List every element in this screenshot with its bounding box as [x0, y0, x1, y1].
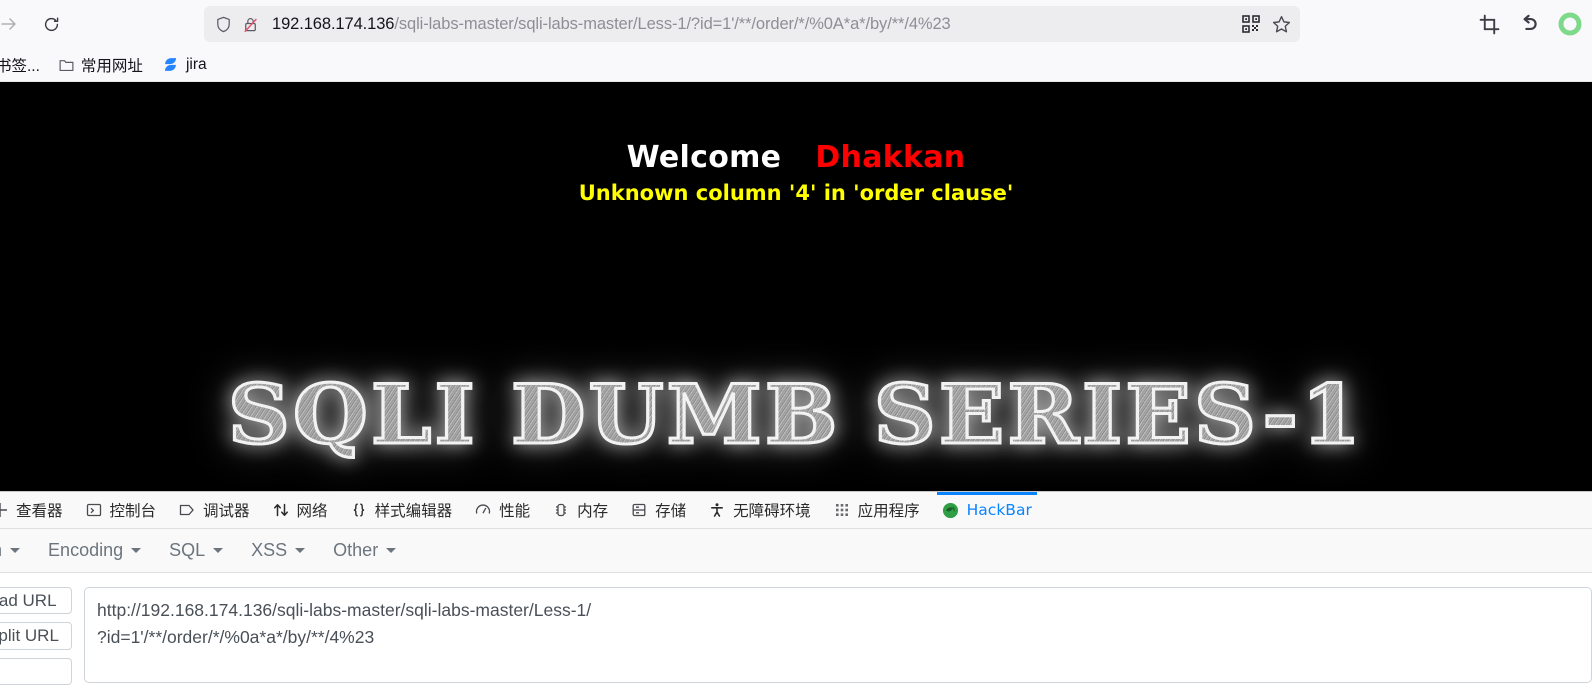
- devtools-tab-accessibility[interactable]: 无障碍环境: [697, 492, 822, 528]
- hackbar-icon: [942, 501, 960, 519]
- chevron-down-icon: [386, 548, 397, 553]
- devtools-tab-label-10: HackBar: [966, 501, 1032, 519]
- hackbar-menu-sql[interactable]: SQL: [155, 540, 237, 561]
- bookmarks-bar: 书签... 常用网址 jira: [0, 48, 1592, 82]
- memory-icon: [552, 501, 570, 519]
- hackbar-url-input[interactable]: [84, 587, 1592, 683]
- welcome-heading: Welcome Dhakkan: [0, 82, 1592, 175]
- hackbar-menu-encoding[interactable]: Encoding: [34, 540, 155, 561]
- devtools-tab-label-3: 网络: [296, 502, 328, 520]
- devtools-tab-label-0: 查看器: [16, 502, 63, 520]
- hackbar-menu-label-2: SQL: [169, 540, 206, 560]
- sqli-banner-text: SQLI DUMB SERIES-1: [226, 367, 1365, 465]
- accessibility-icon: [708, 501, 726, 519]
- devtools-tab-performance[interactable]: 性能: [463, 492, 541, 528]
- address-bar-actions: [1241, 14, 1294, 35]
- console-icon: [85, 501, 103, 519]
- green-circle-icon[interactable]: [1558, 12, 1582, 36]
- devtools-tab-hackbar[interactable]: HackBar: [931, 492, 1043, 528]
- jira-icon: [164, 58, 176, 71]
- reload-icon: [44, 17, 58, 31]
- shield-icon[interactable]: [214, 15, 233, 34]
- forward-button[interactable]: [0, 7, 26, 41]
- devtools-tab-memory[interactable]: 内存: [541, 492, 619, 528]
- devtools-tab-label-7: 存储: [655, 502, 687, 520]
- browser-toolbar-actions: [1479, 12, 1582, 36]
- application-icon: [833, 501, 851, 519]
- bookmark-label-0: 书签...: [0, 57, 40, 75]
- style-editor-icon: [350, 501, 368, 519]
- devtools-panel: 查看器 控制台 调试器 网络 样式编辑器 性能 内存 存储 无障碍环境 应用程序…: [0, 491, 1592, 685]
- devtools-tab-label-6: 内存: [577, 502, 609, 520]
- storage-icon: [630, 501, 648, 519]
- hackbar-menu-bar: yption Encoding SQL XSS Other: [0, 529, 1592, 573]
- devtools-tab-console[interactable]: 控制台: [74, 492, 168, 528]
- performance-icon: [474, 501, 492, 519]
- hackbar-menu-xss[interactable]: XSS: [237, 540, 319, 561]
- split-url-button[interactable]: Split URL: [0, 622, 72, 650]
- bookmark-label-1: 常用网址: [80, 57, 143, 75]
- devtools-tab-storage[interactable]: 存储: [619, 492, 697, 528]
- devtools-tab-debugger[interactable]: 调试器: [167, 492, 261, 528]
- devtools-tab-label-1: 控制台: [109, 502, 157, 520]
- star-icon[interactable]: [1271, 14, 1292, 35]
- load-url-button[interactable]: oad URL: [0, 587, 72, 615]
- url-path: /sqli-labs-master/sqli-labs-master/Less-…: [394, 14, 951, 33]
- debugger-icon: [178, 501, 196, 519]
- chevron-down-icon: [131, 548, 142, 553]
- hackbar-menu-encryption[interactable]: yption: [0, 540, 34, 561]
- hackbar-menu-label-3: XSS: [251, 540, 288, 560]
- crop-icon[interactable]: [1479, 14, 1500, 35]
- qr-code-icon[interactable]: [1241, 14, 1261, 34]
- hackbar-body: oad URL Split URL: [0, 573, 1592, 685]
- bookmark-label-2: jira: [185, 55, 207, 73]
- address-bar[interactable]: 192.168.174.136/sqli-labs-master/sqli-la…: [204, 6, 1300, 42]
- devtools-tab-label-5: 性能: [499, 502, 531, 520]
- hackbar-menu-label-0: yption: [0, 540, 2, 561]
- chevron-down-icon: [295, 548, 306, 553]
- welcome-username: Dhakkan: [815, 140, 966, 175]
- sql-error-message: Unknown column '4' in 'order clause': [578, 181, 1014, 205]
- hackbar-menu-label-4: Other: [333, 540, 379, 560]
- bookmark-item-2[interactable]: jira: [154, 52, 214, 77]
- forward-arrow-icon: [1, 18, 16, 30]
- lock-crossed-icon[interactable]: [241, 15, 260, 34]
- devtools-tab-strip: 查看器 控制台 调试器 网络 样式编辑器 性能 内存 存储 无障碍环境 应用程序…: [0, 492, 1592, 529]
- page-content: Welcome Dhakkan Unknown column '4' in 'or…: [0, 82, 1592, 491]
- devtools-tab-inspector[interactable]: 查看器: [0, 492, 74, 528]
- folder-icon: [59, 60, 74, 72]
- bookmark-item-1[interactable]: 常用网址: [51, 51, 150, 79]
- browser-navigation-bar: 192.168.174.136/sqli-labs-master/sqli-la…: [0, 0, 1592, 48]
- hackbar-action-buttons: oad URL Split URL: [0, 587, 72, 685]
- hackbar-menu-label-1: Encoding: [48, 540, 124, 560]
- reload-button[interactable]: [34, 7, 68, 41]
- network-icon: [272, 501, 290, 519]
- sqli-banner: SQLI DUMB SERIES-1: [0, 367, 1592, 465]
- bookmark-item-0[interactable]: 书签...: [0, 51, 47, 79]
- url-host: 192.168.174.136: [272, 14, 395, 33]
- address-bar-icons: [214, 15, 260, 34]
- execute-button[interactable]: [0, 657, 72, 685]
- undo-arrow-icon[interactable]: [1518, 13, 1540, 35]
- devtools-tab-label-8: 无障碍环境: [733, 502, 811, 520]
- chevron-down-icon: [10, 548, 21, 553]
- devtools-tab-label-4: 样式编辑器: [374, 502, 453, 520]
- address-bar-text[interactable]: 192.168.174.136/sqli-labs-master/sqli-la…: [272, 15, 1241, 34]
- devtools-tab-label-2: 调试器: [203, 502, 250, 520]
- hackbar-menu-other[interactable]: Other: [319, 540, 410, 561]
- devtools-tab-network[interactable]: 网络: [261, 492, 339, 528]
- welcome-text: Welcome: [626, 140, 782, 175]
- inspector-icon: [0, 501, 9, 519]
- hackbar-url-area: [84, 587, 1592, 685]
- devtools-tab-label-9: 应用程序: [857, 502, 920, 520]
- devtools-tab-application[interactable]: 应用程序: [822, 492, 931, 528]
- devtools-tab-style-editor[interactable]: 样式编辑器: [339, 492, 464, 528]
- chevron-down-icon: [213, 548, 224, 553]
